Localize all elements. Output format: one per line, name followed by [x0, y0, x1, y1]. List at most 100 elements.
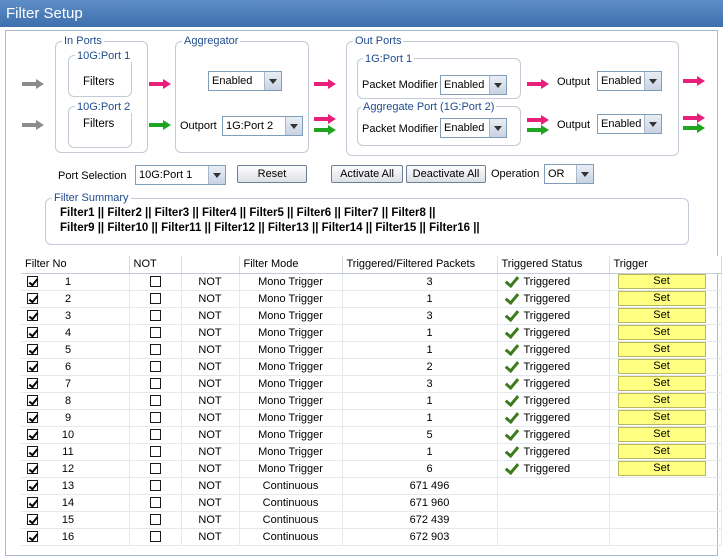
filter-enable-checkbox[interactable]: [27, 429, 38, 441]
filter-number: 6: [64, 360, 72, 373]
not-checkbox[interactable]: [149, 310, 161, 322]
set-trigger-button[interactable]: Set: [617, 410, 706, 425]
not-checkbox[interactable]: [149, 480, 161, 492]
activate-all-button[interactable]: Activate All: [331, 165, 403, 183]
not-label: NOT: [181, 460, 240, 478]
filter-enable-checkbox[interactable]: [27, 514, 38, 526]
packet-count: 1: [342, 392, 498, 410]
filter-enable-checkbox[interactable]: [27, 480, 38, 492]
not-checkbox[interactable]: [149, 412, 161, 424]
not-checkbox[interactable]: [149, 276, 161, 288]
chevron-down-icon[interactable]: [489, 76, 506, 94]
aggregate-output-select[interactable]: Enabled: [597, 114, 662, 134]
chevron-down-icon[interactable]: [264, 72, 281, 90]
aggregate-modifier-select[interactable]: Enabled: [440, 118, 507, 138]
filter-enable-checkbox[interactable]: [27, 463, 38, 475]
set-trigger-button[interactable]: Set: [617, 393, 706, 408]
not-checkbox[interactable]: [149, 344, 161, 356]
filter-enable-checkbox[interactable]: [27, 276, 38, 288]
set-trigger-button[interactable]: Set: [617, 359, 706, 374]
triggered-status: Triggered: [523, 394, 571, 407]
not-checkbox[interactable]: [149, 463, 161, 475]
aggregate-modifier-value: Enabled: [444, 122, 485, 134]
input-arrow-port1-icon: [22, 79, 44, 89]
not-label: NOT: [181, 426, 240, 444]
out-port1-title: 1G:Port 1: [363, 53, 415, 65]
filter-number: 13: [61, 479, 75, 492]
set-trigger-button[interactable]: Set: [617, 461, 706, 476]
triggered-status-cell: [497, 477, 610, 495]
operation-select[interactable]: OR: [544, 164, 594, 184]
not-checkbox[interactable]: [149, 327, 161, 339]
filter-enable-checkbox[interactable]: [27, 412, 38, 424]
trigger-cell: Set: [609, 341, 722, 359]
check-icon: [504, 306, 519, 322]
set-trigger-button[interactable]: Set: [617, 376, 706, 391]
chevron-down-icon[interactable]: [644, 115, 661, 133]
set-trigger-button[interactable]: Set: [617, 308, 706, 323]
out-port1-output-select[interactable]: Enabled: [597, 71, 662, 91]
not-checkbox[interactable]: [149, 446, 161, 458]
filter-number: 10: [61, 428, 75, 441]
not-checkbox[interactable]: [149, 429, 161, 441]
set-trigger-button[interactable]: Set: [617, 291, 706, 306]
aggregator-to-out-port1-arrow-icon: [314, 79, 336, 89]
chevron-down-icon[interactable]: [576, 165, 593, 183]
set-trigger-button[interactable]: Set: [617, 444, 706, 459]
outport-select[interactable]: 1G:Port 2: [222, 116, 303, 136]
not-checkbox[interactable]: [149, 514, 161, 526]
filter-enable-checkbox[interactable]: [27, 446, 38, 458]
not-checkbox[interactable]: [149, 378, 161, 390]
port-selection-value: 10G:Port 1: [139, 169, 193, 181]
not-checkbox[interactable]: [149, 361, 161, 373]
set-trigger-button[interactable]: Set: [617, 427, 706, 442]
chevron-down-icon[interactable]: [208, 166, 225, 184]
check-icon: [504, 272, 519, 288]
triggered-status: Triggered: [523, 377, 571, 390]
filter-enable-checkbox[interactable]: [27, 531, 38, 543]
aggregator-state-select[interactable]: Enabled: [208, 71, 282, 91]
trigger-cell: [609, 477, 722, 495]
filter-enable-checkbox[interactable]: [27, 344, 38, 356]
filter-enable-checkbox[interactable]: [27, 378, 38, 390]
filter-number: 8: [64, 394, 72, 407]
reset-button[interactable]: Reset: [237, 165, 307, 183]
not-checkbox[interactable]: [149, 531, 161, 543]
filter-enable-cell: 3: [21, 307, 130, 325]
chevron-down-icon[interactable]: [285, 117, 302, 135]
check-icon: [504, 408, 519, 424]
table-row: 6 NOT Mono Trigger 2 Triggered Set: [21, 357, 722, 376]
outport-label: Outport: [180, 120, 217, 132]
chevron-down-icon[interactable]: [489, 119, 506, 137]
not-label: NOT: [181, 341, 240, 359]
filter-enable-checkbox[interactable]: [27, 310, 38, 322]
not-checkbox[interactable]: [149, 497, 161, 509]
trigger-cell: [609, 494, 722, 512]
chevron-down-icon[interactable]: [644, 72, 661, 90]
set-trigger-button[interactable]: Set: [617, 274, 706, 289]
triggered-status-cell: Triggered: [497, 289, 610, 308]
not-checkbox[interactable]: [149, 293, 161, 305]
filter-enable-checkbox[interactable]: [27, 497, 38, 509]
triggered-status: Triggered: [523, 462, 571, 475]
trigger-cell: Set: [609, 375, 722, 393]
trigger-cell: Set: [609, 460, 722, 478]
port-selection-select[interactable]: 10G:Port 1: [135, 165, 226, 185]
filter-enable-checkbox[interactable]: [27, 293, 38, 305]
set-trigger-button[interactable]: Set: [617, 325, 706, 340]
triggered-status-cell: Triggered: [497, 374, 610, 393]
table-row: 8 NOT Mono Trigger 1 Triggered Set: [21, 391, 722, 410]
outport-value: 1G:Port 2: [226, 120, 274, 132]
not-checkbox[interactable]: [149, 395, 161, 407]
check-icon: [504, 357, 519, 373]
triggered-status-cell: Triggered: [497, 306, 610, 325]
aggregator-title: Aggregator: [182, 35, 241, 47]
triggered-status-cell: Triggered: [497, 272, 610, 291]
filter-enable-checkbox[interactable]: [27, 361, 38, 373]
filter-enable-checkbox[interactable]: [27, 327, 38, 339]
set-trigger-button[interactable]: Set: [617, 342, 706, 357]
out-port1-modifier-select[interactable]: Enabled: [440, 75, 507, 95]
deactivate-all-button[interactable]: Deactivate All: [406, 165, 486, 183]
filter-enable-checkbox[interactable]: [27, 395, 38, 407]
check-icon: [504, 442, 519, 458]
